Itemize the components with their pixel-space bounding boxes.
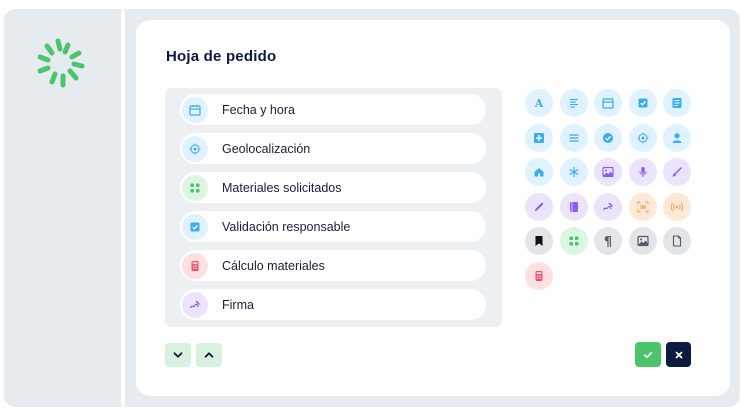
paragraph-lines-icon[interactable] (560, 89, 588, 117)
calendar-icon (182, 96, 208, 123)
signature-icon (182, 291, 208, 318)
grid-icon[interactable] (560, 227, 588, 255)
signature-icon[interactable] (594, 193, 622, 221)
field-item-geolocalizacion[interactable]: Geolocalización (180, 133, 486, 164)
checkbox-icon[interactable] (629, 89, 657, 117)
form-icon[interactable] (663, 89, 691, 117)
cancel-button[interactable] (666, 342, 691, 367)
geolocation-icon (182, 135, 208, 162)
field-item-label: Cálculo materiales (222, 258, 325, 273)
list-icon[interactable] (560, 124, 588, 152)
checkbox-icon (182, 213, 208, 240)
calculator-icon (182, 252, 208, 279)
field-item-label: Fecha y hora (222, 102, 295, 117)
chevron-up-icon (203, 349, 215, 361)
field-item-materiales-solicitados[interactable]: Materiales solicitados (180, 172, 486, 203)
code-scan-icon[interactable] (629, 193, 657, 221)
field-item-validacion-responsable[interactable]: Validación responsable (180, 211, 486, 242)
sidebar-divider (121, 9, 125, 407)
check-icon (643, 350, 653, 360)
plus-box-icon[interactable] (525, 124, 553, 152)
move-down-button[interactable] (165, 343, 191, 367)
page-title: Hoja de pedido (166, 48, 277, 65)
text-icon[interactable]: A (525, 89, 553, 117)
field-item-label: Materiales solicitados (222, 180, 342, 195)
svg-text:¶: ¶ (604, 235, 612, 248)
broadcast-icon[interactable] (663, 193, 691, 221)
field-item-label: Validación responsable (222, 219, 351, 234)
grid-icon (182, 174, 208, 201)
close-icon (674, 350, 684, 360)
chevron-down-icon (172, 349, 184, 361)
microphone-icon[interactable] (629, 158, 657, 186)
calendar-icon[interactable] (594, 89, 622, 117)
pen-icon[interactable] (525, 193, 553, 221)
asterisk-icon[interactable] (560, 158, 588, 186)
brand-logo[interactable] (32, 35, 90, 93)
home-icon[interactable] (525, 158, 553, 186)
calculator-icon[interactable] (525, 262, 553, 290)
field-item-firma[interactable]: Firma (180, 289, 486, 320)
image-icon[interactable] (629, 227, 657, 255)
field-item-label: Geolocalización (222, 141, 311, 156)
user-icon[interactable] (663, 124, 691, 152)
field-item-calculo-materiales[interactable]: Cálculo materiales (180, 250, 486, 281)
pilcrow-icon[interactable]: ¶ (594, 227, 622, 255)
image-icon[interactable] (594, 158, 622, 186)
bookmark-icon[interactable] (525, 227, 553, 255)
field-item-label: Firma (222, 297, 254, 312)
confirm-button[interactable] (635, 342, 661, 367)
field-item-fecha-hora[interactable]: Fecha y hora (180, 94, 486, 125)
move-up-button[interactable] (196, 343, 222, 367)
brush-icon[interactable] (663, 158, 691, 186)
check-circle-icon[interactable] (594, 124, 622, 152)
geolocation-icon[interactable] (629, 124, 657, 152)
file-icon[interactable] (663, 227, 691, 255)
svg-text:A: A (534, 97, 544, 109)
document-icon[interactable] (560, 193, 588, 221)
